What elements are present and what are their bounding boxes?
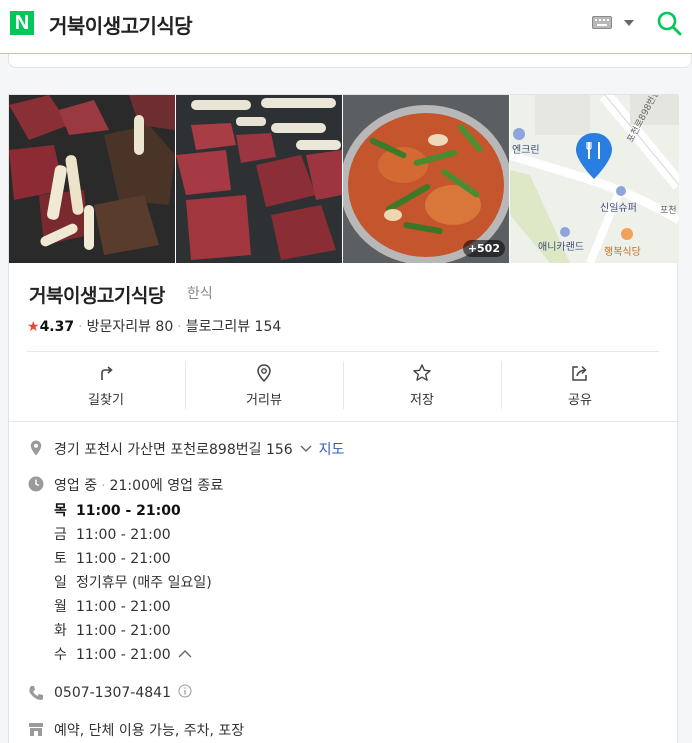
store-icon <box>29 723 43 736</box>
map-pin-icon <box>30 440 42 456</box>
share-icon <box>572 365 587 381</box>
blog-reviews-link[interactable]: 블로그리뷰 154 <box>186 319 282 335</box>
hour-row-thursday: 목 11:00 - 21:00 <box>54 503 181 519</box>
divider <box>27 351 659 352</box>
photo-2[interactable] <box>176 95 342 263</box>
phone-number[interactable]: 0507-1307-4841 <box>54 685 171 701</box>
directions-label: 길찾기 <box>88 393 124 408</box>
rating-value: 4.37 <box>39 319 75 335</box>
save-button[interactable]: 저장 <box>343 357 501 417</box>
share-label: 공유 <box>568 393 592 408</box>
info-icon[interactable] <box>178 684 192 698</box>
map-label-encrean: 엔크린 <box>512 144 540 156</box>
photo-strip: +502 엔크린 신일슈퍼 애니카랜드 행복식당 포천로898번길 포천 <box>9 95 679 263</box>
map-label-sinil: 신일슈퍼 <box>600 202 637 214</box>
place-card: +502 엔크린 신일슈퍼 애니카랜드 행복식당 포천로898번길 포천 거북이… <box>8 94 679 743</box>
clock-icon <box>28 476 44 492</box>
place-category: 한식 <box>187 286 213 302</box>
street-view-label: 거리뷰 <box>246 393 282 408</box>
map-label-anycarland: 애니카랜드 <box>538 241 584 253</box>
rating-row: ★4.37 · 방문자리뷰 80 · 블로그리뷰 154 <box>27 319 282 335</box>
chevron-down-icon[interactable] <box>300 444 312 454</box>
divider <box>9 421 679 422</box>
top-bar: N 거북이생고기식당 <box>0 0 692 54</box>
hour-row-friday: 금 11:00 - 21:00 <box>54 527 171 543</box>
star-icon <box>413 364 431 381</box>
hours-list: 목 11:00 - 21:00 금 11:00 - 21:00 토 11:00 - 2… <box>54 502 212 670</box>
amenities-text: 예약, 단체 이용 가능, 주차, 포장 <box>54 723 245 739</box>
save-label: 저장 <box>410 393 434 408</box>
map-label-haengbok: 행복식당 <box>604 246 641 258</box>
page-title: 거북이생고기식당 <box>49 14 193 38</box>
hour-row-sunday: 일 정기휴무 (매주 일요일) <box>54 575 212 591</box>
hour-row-tuesday: 화 11:00 - 21:00 <box>54 623 171 639</box>
directions-icon <box>101 366 113 380</box>
phone-icon <box>29 686 43 700</box>
more-photos-badge[interactable]: +502 <box>462 240 505 257</box>
action-bar: 길찾기 거리뷰 저장 공유 <box>27 357 659 417</box>
map-link[interactable]: 지도 <box>319 442 345 458</box>
address-text: 경기 포천시 가산면 포천로898번길 156 <box>54 442 293 458</box>
chevron-down-icon[interactable] <box>624 20 634 26</box>
chevron-up-icon[interactable] <box>178 649 192 659</box>
directions-button[interactable]: 길찾기 <box>27 357 185 417</box>
visitor-reviews-link[interactable]: 방문자리뷰 80 <box>87 319 174 335</box>
star-rating-icon: ★ <box>27 319 40 335</box>
hour-row-monday: 월 11:00 - 21:00 <box>54 599 171 615</box>
photo-3[interactable]: +502 <box>343 95 509 263</box>
map-label-pocheon: 포천 <box>660 205 677 216</box>
keyboard-icon[interactable] <box>592 16 612 29</box>
search-icon[interactable] <box>656 10 682 36</box>
mini-map[interactable]: 엔크린 신일슈퍼 애니카랜드 행복식당 포천로898번길 포천 <box>510 95 679 263</box>
street-view-button[interactable]: 거리뷰 <box>185 357 343 417</box>
hour-row-wednesday: 수 11:00 - 21:00 <box>54 646 212 670</box>
photo-1[interactable] <box>9 95 175 263</box>
open-status: 영업 중 <box>54 478 98 494</box>
hour-row-saturday: 토 11:00 - 21:00 <box>54 551 171 567</box>
share-button[interactable]: 공유 <box>501 357 659 417</box>
place-name[interactable]: 거북이생고기식당 <box>29 281 165 308</box>
close-time: 21:00에 영업 종료 <box>109 478 224 494</box>
location-pin-icon <box>257 364 271 383</box>
naver-logo[interactable]: N <box>10 11 34 35</box>
previous-card-edge <box>8 54 692 68</box>
